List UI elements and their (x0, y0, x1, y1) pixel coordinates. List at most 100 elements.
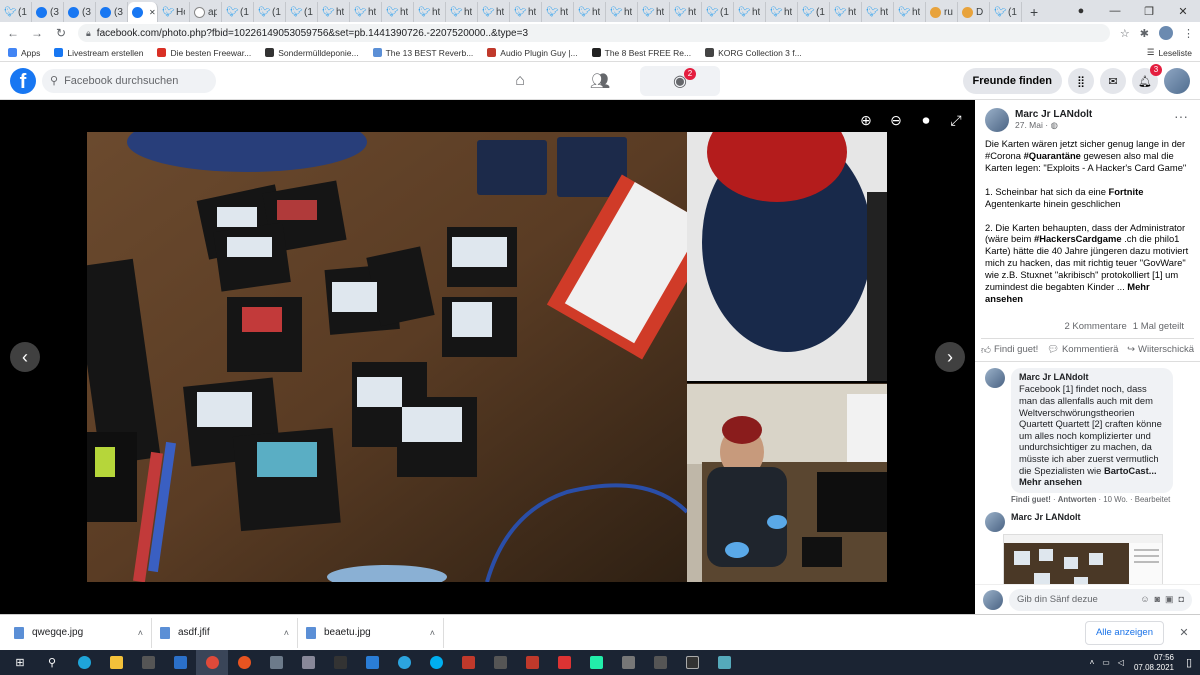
network-icon[interactable]: ▭ (1102, 658, 1110, 667)
start-button[interactable]: ⊞ (4, 650, 36, 675)
bookmark-item[interactable]: Livestream erstellen (54, 48, 143, 58)
camera-icon[interactable]: ◙ (1155, 594, 1160, 605)
browser-tab[interactable]: 🐦︎ ht (510, 2, 542, 22)
download-item[interactable]: asdf.jfif ˄ (152, 617, 298, 648)
taskbar-store[interactable] (132, 650, 164, 675)
browser-tab[interactable]: ru (926, 2, 958, 22)
notifications-button[interactable]: 🔔︎ 3 (1132, 64, 1162, 94)
browser-tab[interactable]: 🐦︎ ht (446, 2, 478, 22)
reading-list[interactable]: ☰ Leseliste (1147, 47, 1192, 58)
close-downloads-icon[interactable]: ✕ (1174, 626, 1194, 639)
taskbar-edge[interactable] (68, 650, 100, 675)
taskbar-app-14[interactable] (452, 650, 484, 675)
tray-chevron-icon[interactable]: ˄ (1090, 658, 1095, 667)
browser-tab[interactable]: (3) (64, 2, 96, 22)
tab-search-icon[interactable]: ● (1064, 0, 1098, 22)
browser-tab[interactable]: D (958, 2, 990, 22)
commenter-avatar[interactable] (985, 367, 1005, 388)
facebook-logo[interactable]: f (10, 67, 36, 94)
comment-button[interactable]: 💬︎ Kommentierä (1047, 344, 1119, 356)
bookmark-item[interactable]: KORG Collection 3 f... (705, 48, 802, 58)
taskbar-app-17[interactable] (548, 650, 580, 675)
taskbar-app-21[interactable] (676, 650, 708, 675)
minimize-button[interactable]: — (1098, 0, 1132, 22)
shares-count[interactable]: 1 Mal geteilt (1133, 321, 1184, 332)
bookmark-item[interactable]: Die besten Freewar... (157, 48, 251, 58)
comment-like-link[interactable]: Findi guet! (1011, 495, 1051, 504)
post-author[interactable]: Marc Jr LANdolt (1015, 109, 1092, 120)
nav-friends[interactable]: 👥︎ (560, 62, 640, 100)
browser-tab[interactable]: 🐦︎ ht (830, 2, 862, 22)
bookmark-item[interactable]: Audio Plugin Guy |... (487, 48, 578, 58)
taskbar-mail[interactable] (164, 650, 196, 675)
hashtag-quarantaene[interactable]: #Quarantäne (1024, 150, 1081, 161)
taskbar-app-18[interactable] (580, 650, 612, 675)
taskbar-clock[interactable]: 07:56 07.08.2021 (1134, 653, 1182, 673)
fullscreen-icon[interactable]: ⤢ (949, 112, 963, 129)
browser-tab[interactable]: ap (190, 2, 222, 22)
commenter-avatar[interactable] (985, 511, 1005, 532)
browser-tab[interactable]: 🐦︎ ht (542, 2, 574, 22)
messenger-button[interactable]: ✉ (1100, 68, 1126, 94)
bookmark-item[interactable]: The 8 Best FREE Re... (591, 48, 691, 58)
comments-count[interactable]: 2 Kommentare (1064, 321, 1126, 332)
chevron-up-icon[interactable]: ˄ (138, 628, 143, 638)
taskbar-telegram[interactable] (388, 650, 420, 675)
browser-tab[interactable]: 🐦︎(1) (0, 2, 32, 22)
browser-tab[interactable]: 🐦︎ ht (862, 2, 894, 22)
hashtag-hackerscardgame[interactable]: #HackersCardgame (1034, 233, 1122, 244)
post-photo[interactable] (87, 132, 887, 582)
menu-grid-button[interactable]: ⣿ (1068, 68, 1094, 94)
maximize-button[interactable]: ❐ (1132, 0, 1166, 22)
download-item[interactable]: beaetu.jpg ˄ (298, 617, 444, 648)
bookmark-star-icon[interactable]: ☆ (1120, 27, 1130, 40)
zoom-in-icon[interactable]: ⊕ (859, 112, 873, 129)
tag-icon[interactable]: ⏺ (919, 112, 933, 129)
next-photo-button[interactable]: › (935, 342, 965, 372)
sticker-icon[interactable]: ◘ (1179, 594, 1184, 605)
browser-tab[interactable]: 🐦︎Ho (158, 2, 190, 22)
browser-tab[interactable]: 🐦︎(1) (798, 2, 830, 22)
browser-tab[interactable]: 🐦︎(1) (222, 2, 254, 22)
download-item[interactable]: qwegqe.jpg ˄ (6, 617, 152, 648)
taskbar-explorer[interactable] (100, 650, 132, 675)
facebook-search[interactable]: ⚲ Facebook durchsuchen (42, 68, 216, 93)
taskbar-app-20[interactable] (644, 650, 676, 675)
taskbar-search[interactable]: ⚲ (36, 650, 68, 675)
account-avatar[interactable] (1164, 68, 1190, 94)
find-friends-button[interactable]: Freunde finden (962, 68, 1062, 94)
browser-tab[interactable]: 🐦︎ ht (350, 2, 382, 22)
taskbar-skype[interactable] (420, 650, 452, 675)
reload-button[interactable]: ↻ (54, 26, 68, 40)
browser-tab[interactable]: 🐦︎ ht (766, 2, 798, 22)
browser-tab[interactable]: 🐦︎ ht (318, 2, 350, 22)
comment-mention[interactable]: BartoCast (1104, 465, 1149, 476)
gif-icon[interactable]: ▣ (1165, 594, 1174, 605)
taskbar-ubuntu[interactable] (228, 650, 260, 675)
browser-tab[interactable]: 🐦︎ ht (574, 2, 606, 22)
browser-tab[interactable]: (3) (96, 2, 128, 22)
extensions-icon[interactable]: ✱ (1140, 27, 1149, 40)
comment-time[interactable]: 10 Wo. (1103, 495, 1128, 504)
taskbar-app-11[interactable] (356, 650, 388, 675)
browser-tab[interactable]: 🐦︎ ht (734, 2, 766, 22)
taskbar-app-9[interactable] (292, 650, 324, 675)
browser-tab[interactable]: 🐦︎(1) (286, 2, 318, 22)
like-button[interactable]: 👍︎ Findi guet! (981, 344, 1038, 356)
bookmark-item[interactable]: The 13 BEST Reverb... (372, 48, 473, 58)
browser-tab[interactable]: 🐦︎ ht (606, 2, 638, 22)
profile-avatar[interactable] (1159, 26, 1173, 40)
notification-center-icon[interactable]: ▯ (1182, 650, 1196, 675)
browser-tab[interactable]: 🐦︎ ht (382, 2, 414, 22)
close-window-button[interactable]: ✕ (1166, 0, 1200, 22)
commenter-name[interactable]: Marc Jr LANdolt (1019, 372, 1165, 384)
volume-icon[interactable]: ◁ (1118, 658, 1124, 667)
previous-photo-button[interactable]: ‹ (10, 342, 40, 372)
nav-groups[interactable]: ◉ 2 (640, 66, 720, 96)
taskbar-app-16[interactable] (516, 650, 548, 675)
browser-tab[interactable]: 🐦︎ ht (894, 2, 926, 22)
post-date[interactable]: 27. Mai · ◍ (1015, 120, 1092, 131)
taskbar-live[interactable] (324, 650, 356, 675)
close-tab-icon[interactable]: ✕ (149, 8, 156, 17)
browser-tab[interactable]: 🐦︎(1) (702, 2, 734, 22)
